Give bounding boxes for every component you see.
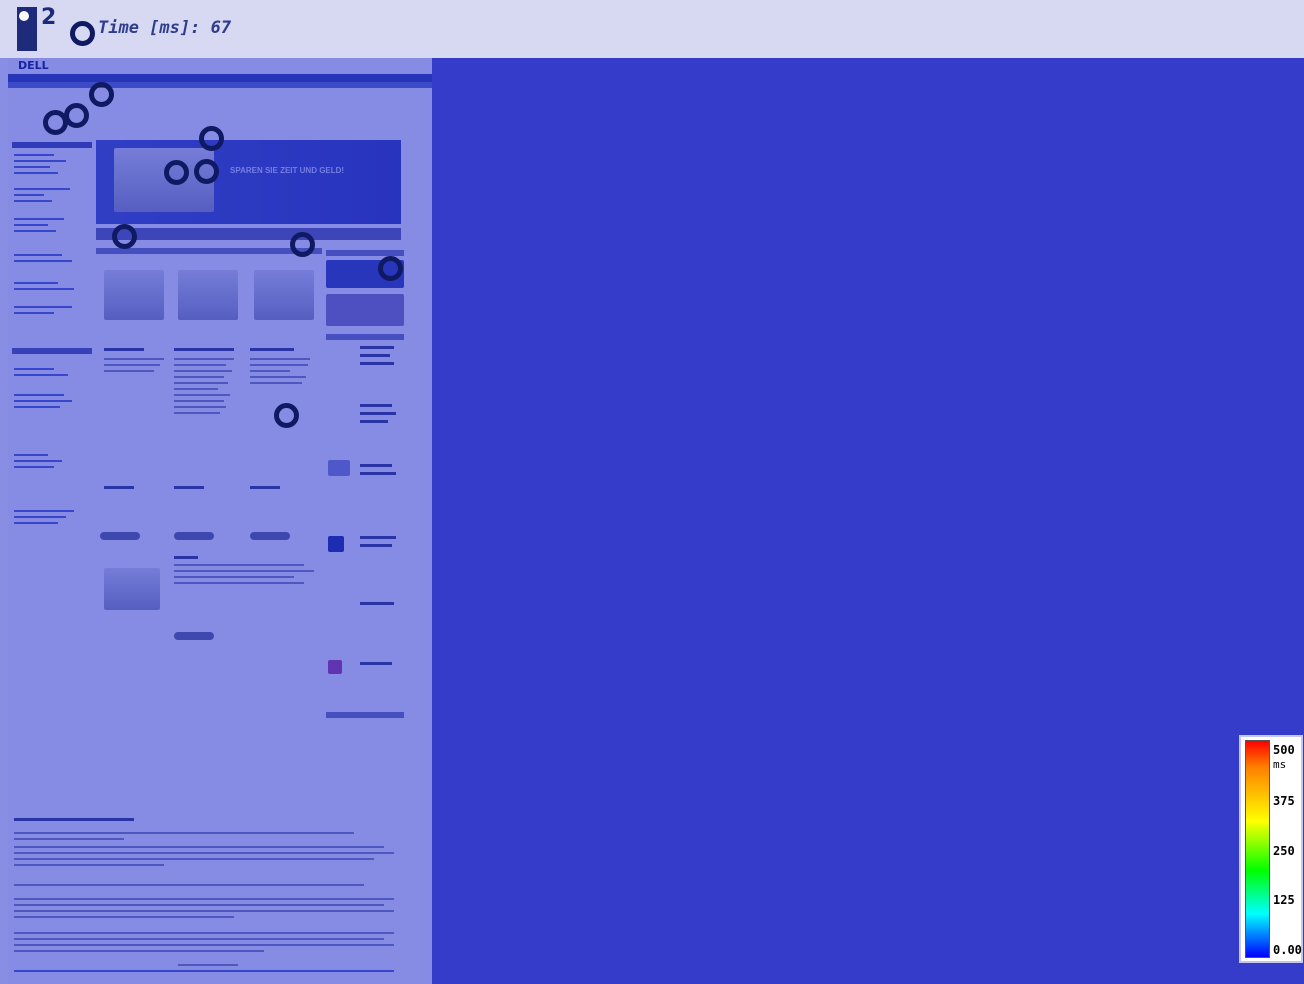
products-header	[96, 248, 322, 254]
legend-gradient	[1245, 740, 1270, 958]
fixation-marker	[290, 232, 315, 257]
legend-tick-125: 125	[1273, 893, 1295, 907]
hero-banner[interactable]: SPAREN SIE ZEIT UND GELD!	[96, 140, 401, 224]
product-4-button[interactable]	[174, 632, 214, 640]
product-image-2[interactable]	[178, 270, 238, 320]
captured-webpage: DELL SPAREN SIE ZEIT UND GELD!	[8, 58, 432, 984]
product-1-button[interactable]	[100, 532, 140, 540]
empty-capture-area	[432, 58, 1304, 984]
timer-value: 67	[210, 18, 232, 38]
fixation-marker	[274, 403, 299, 428]
side-logo-3	[328, 660, 342, 674]
right-col-header-3	[326, 712, 404, 718]
sidebar-header	[12, 142, 92, 148]
product-image-3[interactable]	[254, 270, 314, 320]
fixation-marker	[89, 82, 114, 107]
side-logo-1	[328, 460, 350, 476]
fixation-marker	[112, 224, 137, 249]
product-2-button[interactable]	[174, 532, 214, 540]
legend-unit: ms	[1273, 758, 1287, 771]
header-bar: 2 Time [ms]: 67	[0, 0, 1304, 58]
sub-nav-strip	[8, 82, 432, 88]
promo-strip	[96, 228, 401, 240]
product-3-button[interactable]	[250, 532, 290, 540]
svg-text:2: 2	[41, 5, 56, 30]
heatmap-legend: 500 ms 375 250 125 0.00	[1239, 735, 1303, 963]
side-promo-2[interactable]	[326, 294, 404, 326]
fixation-marker	[194, 159, 219, 184]
top-nav-strip	[8, 74, 432, 82]
side-logo-2	[328, 536, 344, 552]
fixation-marker	[378, 256, 403, 281]
product-image-4[interactable]	[104, 568, 160, 610]
footer-title	[14, 818, 134, 821]
timer-label: Time [ms]:	[98, 18, 201, 38]
app-logo: 2	[17, 5, 56, 51]
hero-headline: SPAREN SIE ZEIT UND GELD!	[230, 166, 345, 175]
legend-tick-min: 0.00	[1273, 943, 1302, 957]
fixation-marker	[199, 126, 224, 151]
legend-tick-375: 375	[1273, 794, 1295, 808]
fixation-marker	[70, 21, 95, 46]
dell-logo: DELL	[18, 60, 49, 72]
product-image-1[interactable]	[104, 270, 164, 320]
legend-tick-max: 500	[1273, 743, 1295, 757]
legend-tick-250: 250	[1273, 844, 1295, 858]
fixation-marker	[164, 160, 189, 185]
fixation-marker	[43, 110, 68, 135]
right-col-header-2	[326, 334, 404, 340]
right-col-header	[326, 250, 404, 256]
timer-readout: Time [ms]: 67	[98, 18, 231, 38]
